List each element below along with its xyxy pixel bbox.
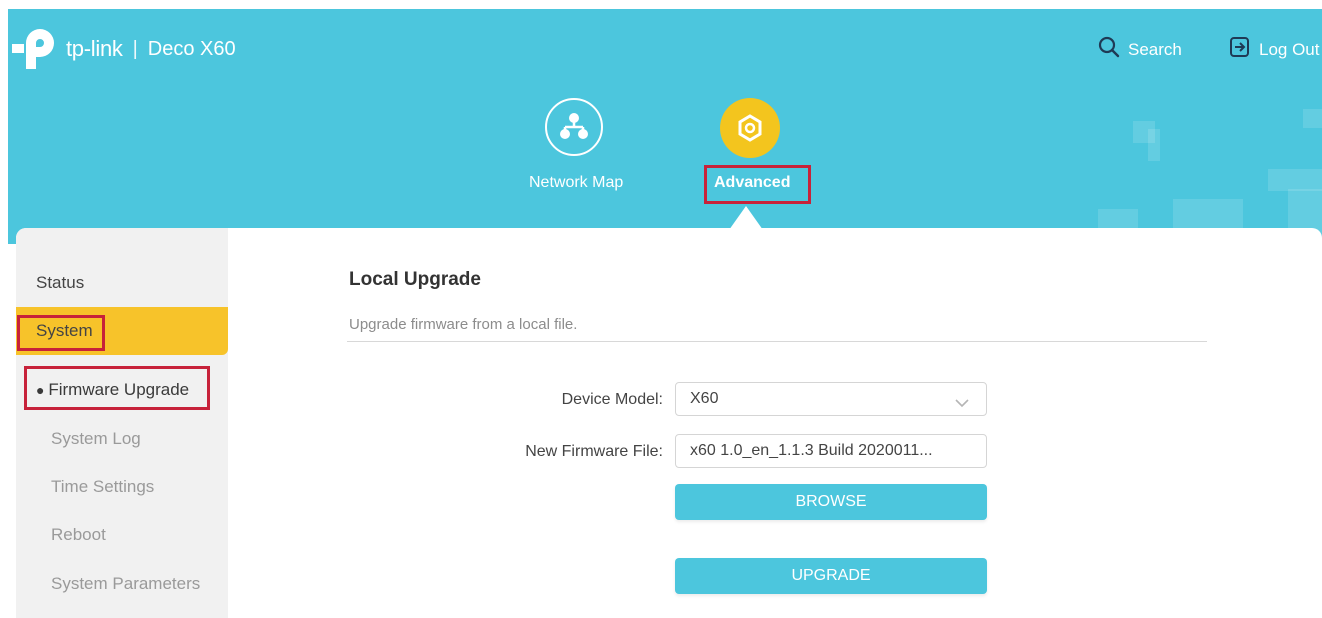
sidebar-item-time-settings[interactable]: Time Settings [51, 477, 154, 497]
device-model-value: X60 [690, 390, 719, 407]
firmware-file-field[interactable]: x60 1.0_en_1.1.3 Build 2020011... [675, 434, 987, 468]
tab-network-map[interactable]: Network Map [529, 174, 623, 192]
browse-button[interactable]: BROWSE [675, 484, 987, 520]
advanced-highlight-box [704, 165, 811, 204]
decor-square [1268, 169, 1322, 191]
section-description: Upgrade firmware from a local file. [349, 316, 578, 333]
device-model-select[interactable]: X60 [675, 382, 987, 416]
brand: tp-link | Deco X60 [10, 27, 236, 71]
firmware-highlight-box [24, 366, 210, 410]
search-label: Search [1128, 39, 1182, 59]
sidebar: Status System ● Firmware Upgrade System … [16, 228, 228, 618]
sidebar-item-status[interactable]: Status [36, 273, 84, 293]
brand-separator: | [132, 37, 138, 60]
decor-square [1303, 109, 1322, 128]
section-divider [347, 341, 1207, 342]
content-panel: Status System ● Firmware Upgrade System … [16, 228, 1322, 618]
system-highlight-box [17, 315, 105, 351]
advanced-gear-icon[interactable] [720, 98, 780, 158]
chevron-down-icon [954, 391, 970, 415]
network-map-icon[interactable] [545, 98, 603, 156]
logout-icon [1229, 36, 1259, 63]
firmware-file-label: New Firmware File: [525, 443, 663, 460]
decor-square [1148, 129, 1160, 161]
device-model-label: Device Model: [561, 391, 663, 408]
active-tab-caret [729, 206, 763, 230]
upgrade-button[interactable]: UPGRADE [675, 558, 987, 594]
brand-logo-text: tp-link [66, 36, 123, 61]
search-icon [1098, 36, 1128, 63]
sidebar-item-reboot[interactable]: Reboot [51, 525, 106, 545]
search-button[interactable]: Search [1098, 36, 1182, 63]
tp-link-logo-icon [10, 27, 60, 71]
brand-model: Deco X60 [147, 37, 236, 60]
logout-button[interactable]: Log Out [1229, 36, 1320, 63]
sidebar-item-system-log[interactable]: System Log [51, 429, 141, 449]
sidebar-item-system-parameters[interactable]: System Parameters [51, 574, 200, 594]
section-title: Local Upgrade [349, 269, 481, 290]
logout-label: Log Out [1259, 39, 1320, 59]
